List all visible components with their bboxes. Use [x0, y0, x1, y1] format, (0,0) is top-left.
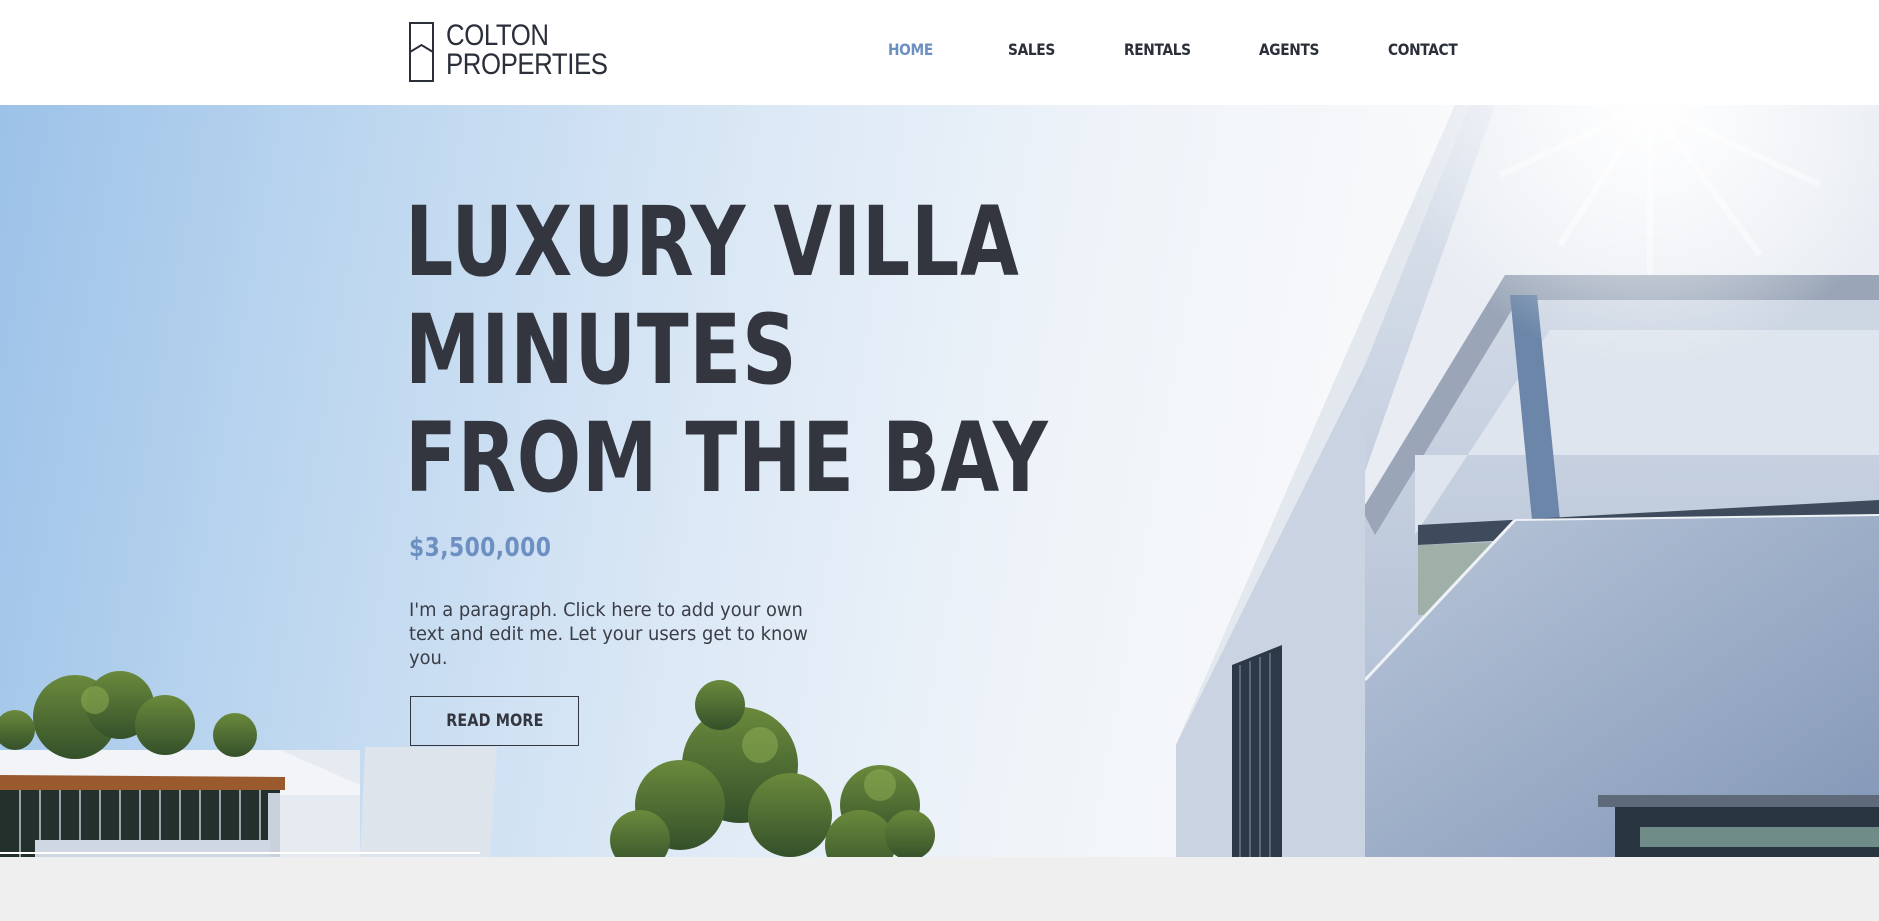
read-more-button[interactable]: READ MORE: [410, 696, 579, 746]
nav-item-sales[interactable]: SALES: [1008, 40, 1055, 59]
hero-headline: LUXURY VILLA MINUTES FROM THE BAY: [405, 188, 1049, 512]
nav-item-contact[interactable]: CONTACT: [1388, 40, 1458, 59]
nav-item-rentals[interactable]: RENTALS: [1124, 40, 1191, 59]
hero-paragraph[interactable]: I'm a paragraph. Click here to add your …: [409, 598, 813, 670]
read-more-label: READ MORE: [445, 711, 544, 731]
nav-item-home[interactable]: HOME: [888, 40, 933, 59]
hero-section: LUXURY VILLA MINUTES FROM THE BAY $3,500…: [0, 105, 1879, 857]
headline-line-2: MINUTES: [405, 294, 798, 406]
property-price: $3,500,000: [409, 533, 552, 563]
site-header: COLTON PROPERTIES HOME SALES RENTALS AGE…: [0, 0, 1879, 105]
nav-item-agents[interactable]: AGENTS: [1259, 40, 1319, 59]
headline-line-3: FROM THE BAY: [405, 402, 1049, 514]
next-section-strip: [0, 857, 1879, 921]
headline-line-1: LUXURY VILLA: [405, 186, 1020, 298]
main-nav: HOME SALES RENTALS AGENTS CONTACT: [0, 0, 1879, 105]
